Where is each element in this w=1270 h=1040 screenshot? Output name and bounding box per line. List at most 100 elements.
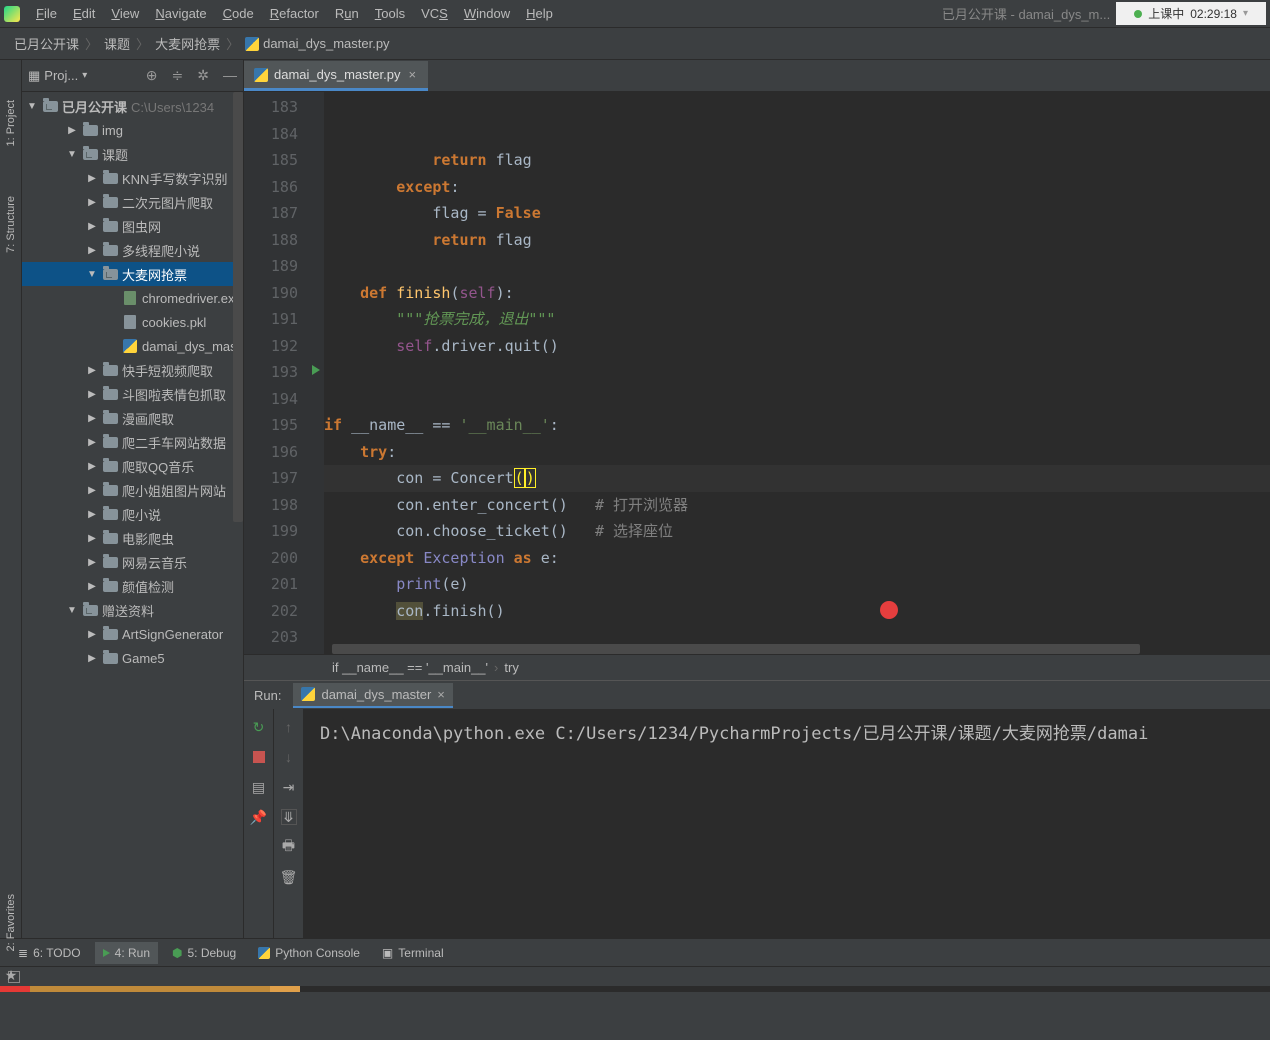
- locate-icon[interactable]: ⊕: [146, 67, 158, 84]
- breadcrumb-scope-0[interactable]: if __name__ == '__main__': [332, 660, 488, 675]
- project-tree[interactable]: ▼已月公开课C:\Users\1234▶img▼课题▶KNN手写数字识别▶二次元…: [22, 92, 243, 938]
- tree-arrow-icon[interactable]: ▶: [86, 653, 98, 664]
- code-line[interactable]: return flag: [324, 147, 1270, 174]
- line-number[interactable]: 183: [244, 94, 298, 121]
- tree-arrow-icon[interactable]: ▼: [66, 605, 78, 616]
- tree-folder[interactable]: ▶爬小姐姐图片网站: [22, 478, 243, 502]
- menu-code[interactable]: Code: [215, 6, 262, 21]
- code-line[interactable]: try:: [324, 439, 1270, 466]
- tree-folder[interactable]: ▶图虫网: [22, 214, 243, 238]
- code-line[interactable]: [324, 253, 1270, 280]
- tree-folder[interactable]: ▶快手短视频爬取: [22, 358, 243, 382]
- tree-folder[interactable]: ▶漫画爬取: [22, 406, 243, 430]
- tree-arrow-icon[interactable]: ▶: [86, 509, 98, 520]
- code-line[interactable]: """抢票完成，退出""": [324, 306, 1270, 333]
- tree-folder[interactable]: ▶电影爬虫: [22, 526, 243, 550]
- tree-arrow-icon[interactable]: ▶: [86, 437, 98, 448]
- line-number[interactable]: 203: [244, 624, 298, 651]
- tool-tab-favorites[interactable]: 2: Favorites: [5, 894, 17, 951]
- line-number[interactable]: 185: [244, 147, 298, 174]
- line-number-gutter[interactable]: 1831841851861871881891901911921931941951…: [244, 92, 324, 654]
- tree-folder[interactable]: ▶img: [22, 118, 243, 142]
- line-number[interactable]: 195: [244, 412, 298, 439]
- code-line[interactable]: if __name__ == '__main__':: [324, 412, 1270, 439]
- rerun-icon[interactable]: ↻: [251, 719, 267, 735]
- tree-folder[interactable]: ▼大麦网抢票: [22, 262, 243, 286]
- code-line[interactable]: flag = False: [324, 200, 1270, 227]
- menu-window[interactable]: Window: [456, 6, 518, 21]
- trash-icon[interactable]: 🗑: [281, 869, 297, 885]
- tree-arrow-icon[interactable]: ▼: [66, 149, 78, 160]
- tree-file[interactable]: chromedriver.exe: [22, 286, 243, 310]
- line-number[interactable]: 199: [244, 518, 298, 545]
- tree-folder[interactable]: ▶KNN手写数字识别: [22, 166, 243, 190]
- line-number[interactable]: 193: [244, 359, 298, 386]
- tree-file[interactable]: cookies.pkl: [22, 310, 243, 334]
- editor-h-scrollbar[interactable]: [332, 644, 1140, 654]
- code-line[interactable]: [324, 386, 1270, 413]
- run-gutter-icon[interactable]: [312, 365, 320, 375]
- tree-root[interactable]: ▼已月公开课C:\Users\1234: [22, 94, 243, 118]
- line-number[interactable]: 191: [244, 306, 298, 333]
- menu-run[interactable]: Run: [327, 6, 367, 21]
- star-icon[interactable]: ★: [5, 967, 18, 984]
- line-number[interactable]: 187: [244, 200, 298, 227]
- tree-arrow-icon[interactable]: ▶: [86, 245, 98, 256]
- line-number[interactable]: 188: [244, 227, 298, 254]
- tree-folder[interactable]: ▶爬取QQ音乐: [22, 454, 243, 478]
- collapse-icon[interactable]: ≑: [172, 67, 184, 84]
- tree-folder[interactable]: ▶爬二手车网站数据: [22, 430, 243, 454]
- tree-arrow-icon[interactable]: ▶: [86, 557, 98, 568]
- gear-icon[interactable]: ✲: [197, 67, 209, 84]
- tree-folder[interactable]: ▶ArtSignGenerator: [22, 622, 243, 646]
- tree-folder[interactable]: ▼赠送资料: [22, 598, 243, 622]
- up-icon[interactable]: ↑: [281, 719, 297, 735]
- tree-arrow-icon[interactable]: ▶: [86, 461, 98, 472]
- line-number[interactable]: 200: [244, 545, 298, 572]
- stop-icon[interactable]: [251, 749, 267, 765]
- menu-file[interactable]: File: [28, 6, 65, 21]
- line-number[interactable]: 196: [244, 439, 298, 466]
- breadcrumb-item[interactable]: 已月公开课: [10, 34, 83, 53]
- line-number[interactable]: 186: [244, 174, 298, 201]
- code-line[interactable]: con = Concert(): [324, 465, 1270, 492]
- tree-arrow-icon[interactable]: ▶: [86, 221, 98, 232]
- tool-tab-terminal[interactable]: ▣Terminal: [374, 942, 452, 964]
- pin-icon[interactable]: 📌: [251, 809, 267, 825]
- tree-arrow-icon[interactable]: ▶: [86, 197, 98, 208]
- close-icon[interactable]: ×: [406, 67, 418, 82]
- menu-help[interactable]: Help: [518, 6, 561, 21]
- tree-folder[interactable]: ▼课题: [22, 142, 243, 166]
- code-line[interactable]: [324, 359, 1270, 386]
- chevron-down-icon[interactable]: ▼: [26, 101, 38, 112]
- line-number[interactable]: 184: [244, 121, 298, 148]
- chevron-down-icon[interactable]: ▾: [82, 70, 87, 81]
- menu-edit[interactable]: Edit: [65, 6, 103, 21]
- tree-arrow-icon[interactable]: ▶: [86, 629, 98, 640]
- line-number[interactable]: 192: [244, 333, 298, 360]
- editor-tab-active[interactable]: damai_dys_master.py ×: [244, 61, 428, 91]
- minimize-icon[interactable]: —: [223, 67, 237, 84]
- tree-arrow-icon[interactable]: ▶: [86, 581, 98, 592]
- tool-tab-structure[interactable]: 7: Structure: [3, 186, 19, 263]
- breadcrumb-item[interactable]: 大麦网抢票: [151, 34, 224, 53]
- code-line[interactable]: con.enter_concert() # 打开浏览器: [324, 492, 1270, 519]
- video-progress-bar[interactable]: [0, 986, 1270, 992]
- close-icon[interactable]: ×: [437, 687, 445, 702]
- tool-tab-run[interactable]: 4: Run: [95, 942, 158, 964]
- tree-folder[interactable]: ▶爬小说: [22, 502, 243, 526]
- tree-arrow-icon[interactable]: ▼: [86, 269, 98, 280]
- code-line[interactable]: except:: [324, 174, 1270, 201]
- tree-folder[interactable]: ▶网易云音乐: [22, 550, 243, 574]
- code-line[interactable]: except Exception as e:: [324, 545, 1270, 572]
- down-icon[interactable]: ↓: [281, 749, 297, 765]
- code-line[interactable]: con.choose_ticket() # 选择座位: [324, 518, 1270, 545]
- code-line[interactable]: con.finish(): [324, 598, 1270, 625]
- tree-arrow-icon[interactable]: ▶: [86, 173, 98, 184]
- code-line[interactable]: print(e): [324, 571, 1270, 598]
- tree-arrow-icon[interactable]: ▶: [86, 389, 98, 400]
- print-icon[interactable]: 🖶: [281, 839, 297, 855]
- tree-folder[interactable]: ▶多线程爬小说: [22, 238, 243, 262]
- tree-arrow-icon[interactable]: ▶: [86, 365, 98, 376]
- tool-tab-python-console[interactable]: Python Console: [250, 942, 368, 964]
